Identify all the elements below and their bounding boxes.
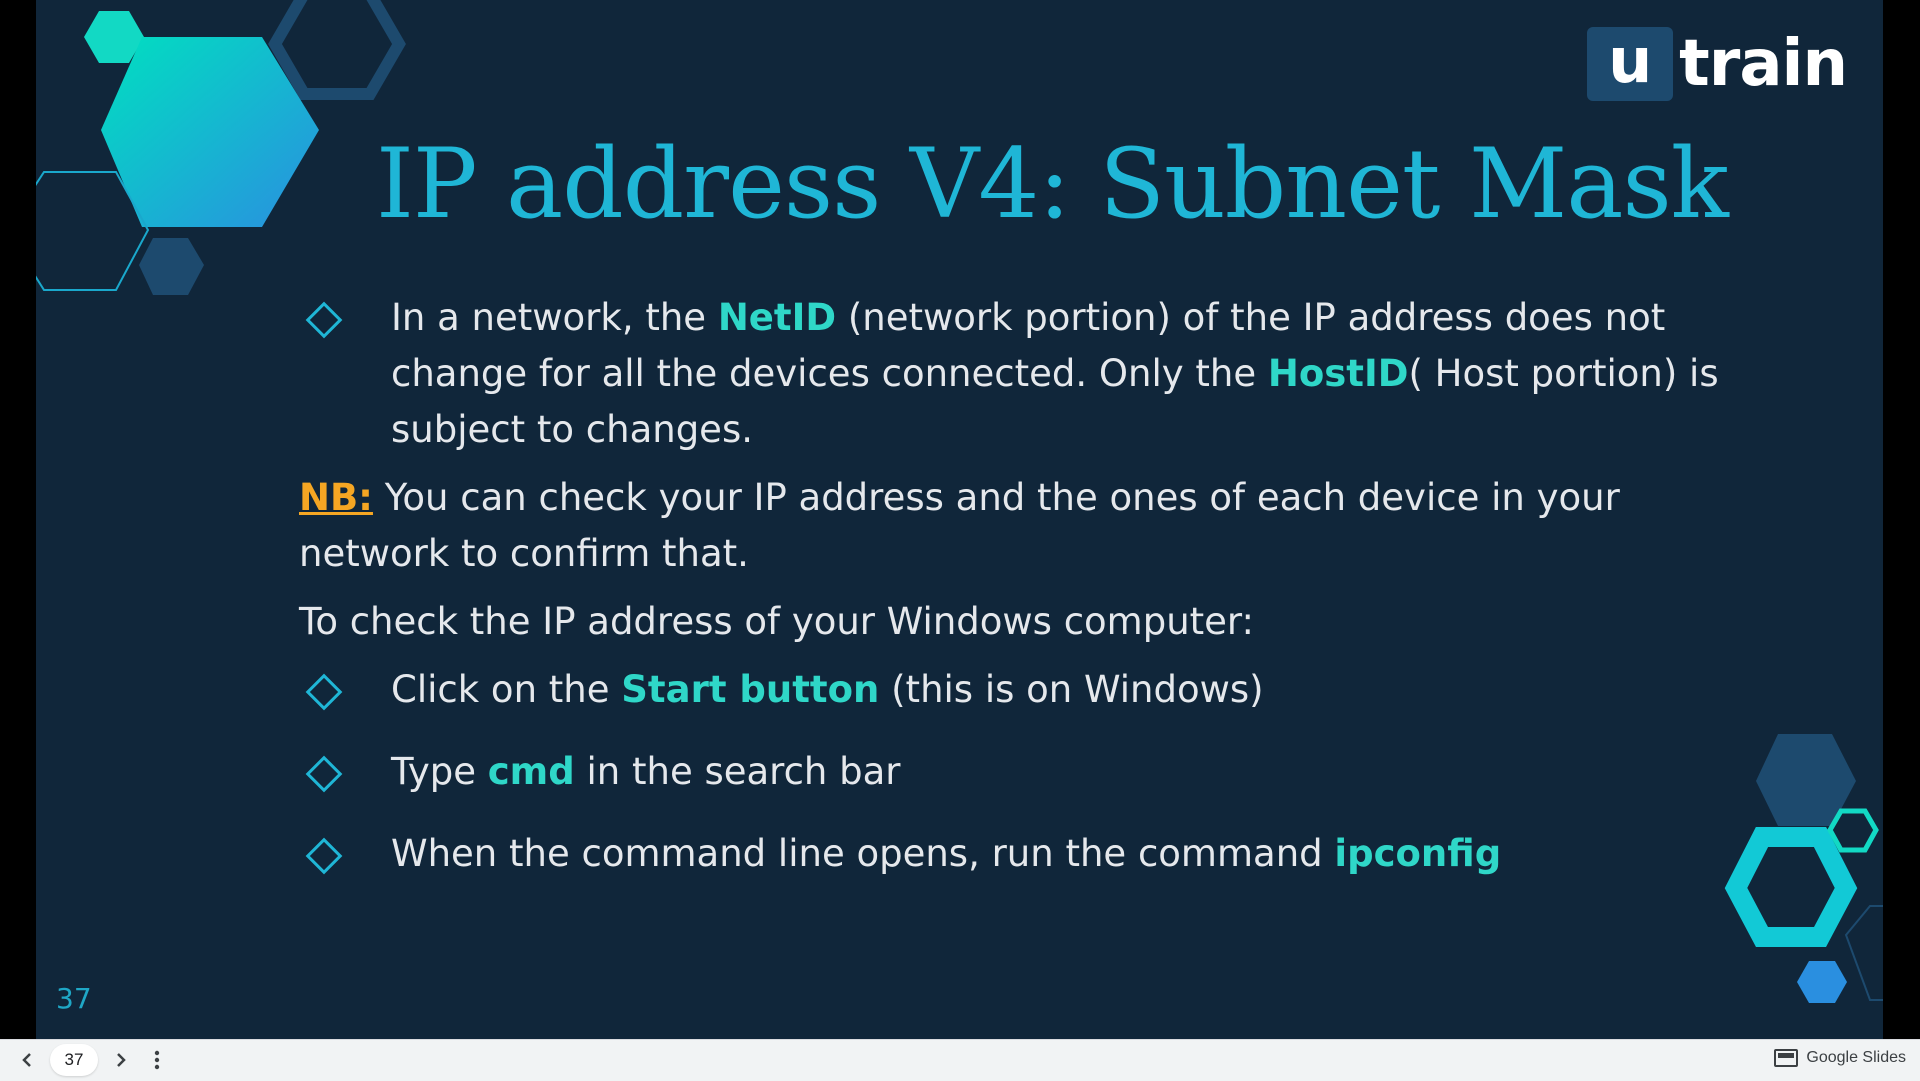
slide-page-number: 37 [56,982,92,1015]
more-options-button[interactable] [146,1046,168,1074]
step-text: in the search bar [574,750,901,793]
page-number-field[interactable]: 37 [50,1044,98,1076]
slides-icon [1774,1049,1799,1067]
step-type-cmd: Type cmd in the search bar [299,744,1769,800]
highlight-netid: NetID [717,296,837,339]
chevron-right-icon [117,1053,126,1067]
bullet-text: In a network, the [391,296,718,339]
nb-text: You can check your IP address and the on… [299,476,1620,575]
highlight-start-button: Start button [621,668,880,711]
highlight-cmd: cmd [487,750,575,793]
diamond-bullet-icon [305,755,343,793]
step-run-ipconfig: When the command line opens, run the com… [299,826,1769,882]
slide-canvas: u train IP address V4: Subnet Mask In a … [36,0,1883,1039]
step-text: When the command line opens, run the com… [391,832,1335,875]
previous-slide-button[interactable] [14,1046,40,1074]
check-intro: To check the IP address of your Windows … [299,600,1254,643]
step-text: Type [391,750,488,793]
slide-body: In a network, the NetID (network portion… [299,290,1769,882]
step-start-button: Click on the Start button (this is on Wi… [299,662,1769,718]
highlight-hostid: HostID [1267,352,1409,395]
step-text: Click on the [391,668,622,711]
logo-u-mark: u [1587,27,1674,101]
diamond-bullet-icon [305,837,343,875]
bullet-netid: In a network, the NetID (network portion… [299,290,1769,458]
chevron-left-icon [22,1053,31,1067]
more-vert-icon [154,1050,160,1070]
google-slides-link[interactable]: Google Slides [1774,1049,1906,1067]
slide-title: IP address V4: Subnet Mask [376,128,1729,240]
diamond-bullet-icon [305,301,343,339]
google-slides-label: Google Slides [1806,1049,1906,1066]
nb-note: NB: You can check your IP address and th… [299,470,1769,582]
logo-wordmark: train [1679,27,1848,101]
nb-label: NB: [299,476,373,519]
step-text: (this is on Windows) [879,668,1264,711]
diamond-bullet-icon [305,673,343,711]
presenter-toolbar: 37 Google Slides [0,1039,1920,1081]
utrain-logo: u train [1587,26,1848,102]
highlight-ipconfig: ipconfig [1334,832,1502,875]
next-slide-button[interactable] [108,1046,134,1074]
